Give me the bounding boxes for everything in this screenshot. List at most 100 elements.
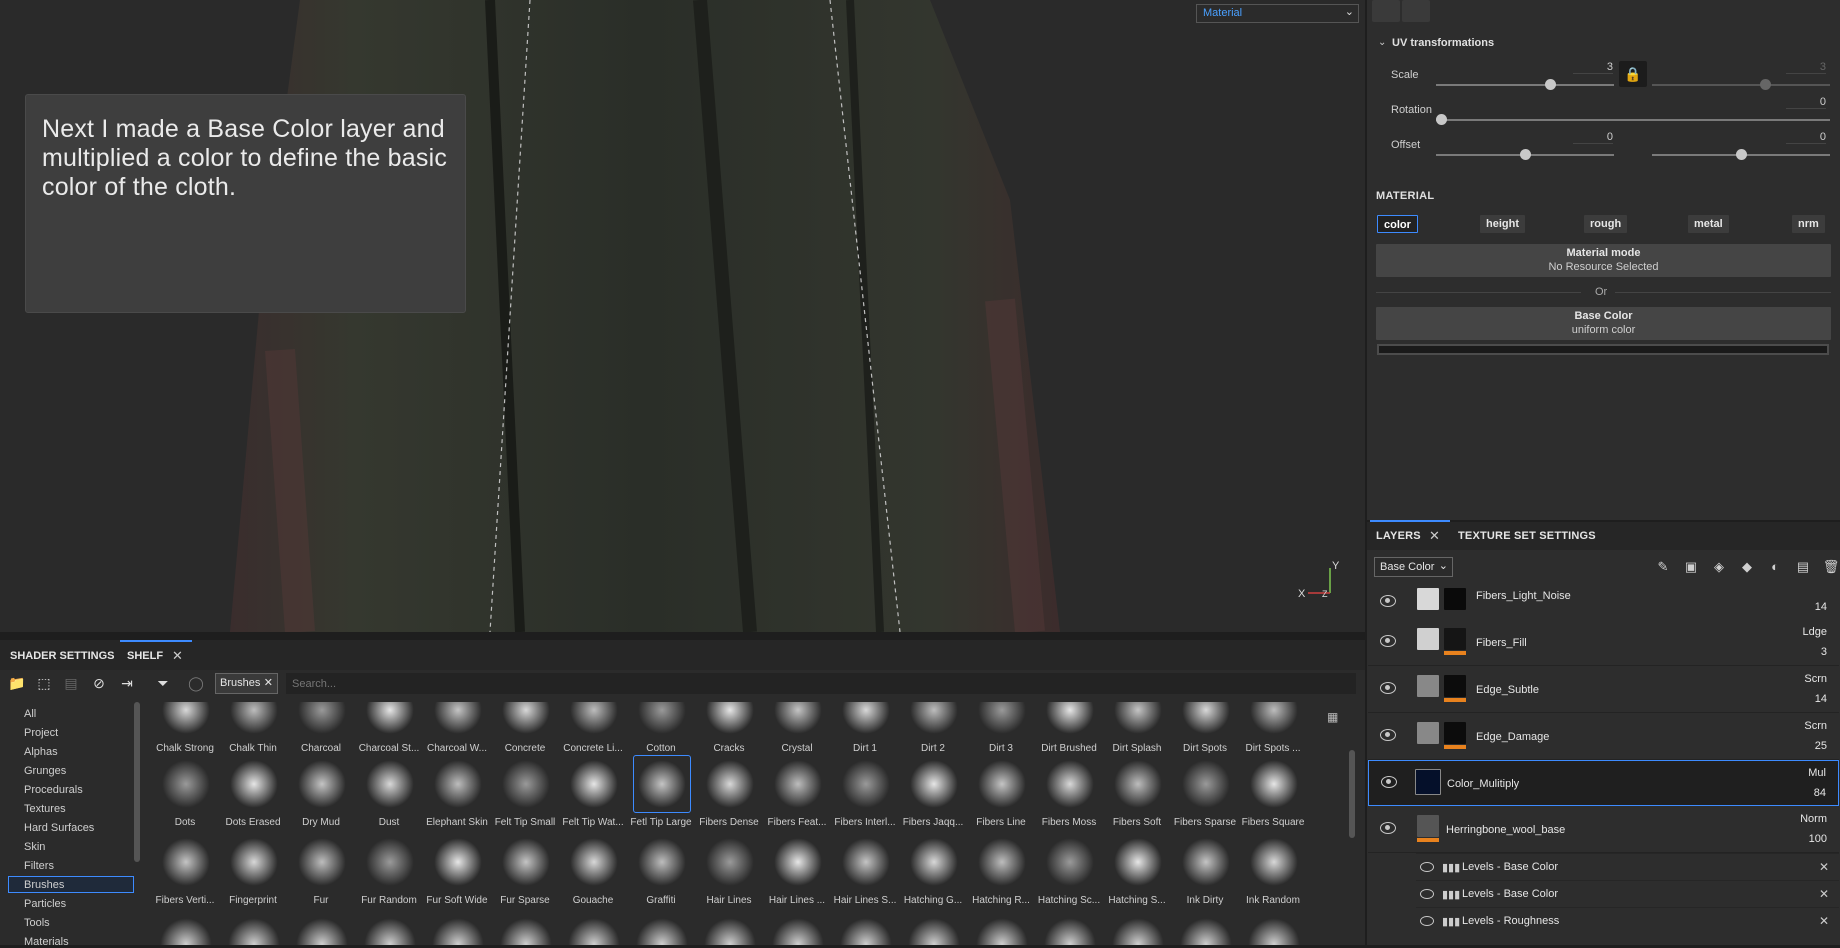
- brush-tile[interactable]: Dots: [152, 756, 218, 834]
- brush-tile[interactable]: Fibers Dense: [696, 756, 762, 834]
- channel-color-button[interactable]: color: [1377, 215, 1418, 233]
- close-icon[interactable]: ✕: [1819, 860, 1829, 874]
- brush-tile[interactable]: Dirt Spots ...: [1240, 702, 1306, 760]
- category-textures[interactable]: Textures: [24, 803, 66, 815]
- brush-tile[interactable]: Hair Lines S...: [832, 834, 898, 912]
- brush-tile[interactable]: Fibers Sparse: [1172, 756, 1238, 834]
- brush-preview[interactable]: [1042, 912, 1098, 945]
- brush-tile[interactable]: Charcoal W...: [424, 702, 490, 760]
- brush-tile[interactable]: Dirt 2: [900, 702, 966, 760]
- brush-tile[interactable]: Hair Lines ...: [764, 834, 830, 912]
- magic-wand-icon[interactable]: ✎: [1654, 559, 1672, 575]
- base-color-picker[interactable]: Base Color uniform color: [1376, 307, 1831, 340]
- brush-tile[interactable]: Hair Lines: [696, 834, 762, 912]
- layer-blend-mode[interactable]: Norm: [1800, 813, 1827, 825]
- add-mask-icon[interactable]: ▣: [1682, 559, 1700, 575]
- category-filters[interactable]: Filters: [24, 860, 54, 872]
- category-alphas[interactable]: Alphas: [24, 746, 58, 758]
- brush-tile[interactable]: Cotton: [628, 702, 694, 760]
- scale-slider-2[interactable]: [1652, 84, 1830, 86]
- material-mode-picker[interactable]: Material mode No Resource Selected: [1376, 244, 1831, 277]
- close-icon[interactable]: ✕: [264, 676, 273, 689]
- brush-tile[interactable]: Dirt 1: [832, 702, 898, 760]
- brush-tile[interactable]: Dirt Brushed: [1036, 702, 1102, 760]
- layer-opacity[interactable]: 100: [1809, 833, 1827, 845]
- brush-tile[interactable]: Dots Erased: [220, 756, 286, 834]
- filter-icon[interactable]: ⏷: [154, 675, 172, 693]
- layer-channel-select[interactable]: Base Color ⌄: [1374, 557, 1453, 577]
- save-icon[interactable]: ▤: [62, 675, 80, 693]
- layer-row[interactable]: Fibers_Fill Ldge 3: [1368, 620, 1839, 666]
- lock-icon[interactable]: 🔒: [1619, 61, 1647, 87]
- category-particles[interactable]: Particles: [24, 898, 66, 910]
- trash-icon[interactable]: 🗑: [1822, 559, 1840, 575]
- eye-icon[interactable]: [1380, 635, 1396, 647]
- new-resource-icon[interactable]: ⬚: [35, 675, 53, 693]
- brush-tile[interactable]: Ink Random: [1240, 834, 1306, 912]
- layer-row-selected[interactable]: Color_Mulitiply Mul 84: [1368, 760, 1839, 806]
- brush-tile[interactable]: Fibers Square: [1240, 756, 1306, 834]
- add-layer-icon[interactable]: ◈: [1710, 559, 1728, 575]
- close-icon[interactable]: ✕: [172, 648, 183, 664]
- chevron-down-icon[interactable]: ⌄: [1378, 37, 1386, 48]
- import-icon[interactable]: ⇥: [118, 675, 136, 693]
- eye-icon[interactable]: [1420, 862, 1434, 872]
- layer-opacity[interactable]: 84: [1814, 787, 1826, 799]
- tab-texture-set-settings[interactable]: TEXTURE SET SETTINGS: [1458, 530, 1596, 542]
- brush-tile[interactable]: Concrete Li...: [560, 702, 626, 760]
- rotation-value-field[interactable]: 0: [1786, 96, 1826, 109]
- brush-tile[interactable]: Fetl Tip Large: [628, 755, 694, 834]
- eye-icon[interactable]: [1380, 822, 1396, 834]
- effect-row[interactable]: ▮▮▮ Levels - Roughness ✕: [1416, 907, 1839, 934]
- layer-blend-mode[interactable]: Mul: [1808, 767, 1826, 779]
- eye-icon[interactable]: [1381, 776, 1397, 788]
- add-effect-icon[interactable]: ◐: [1766, 559, 1784, 575]
- brush-preview[interactable]: [702, 912, 758, 945]
- brush-tile[interactable]: Fibers Interl...: [832, 756, 898, 834]
- rotation-slider[interactable]: [1436, 119, 1830, 121]
- category-project[interactable]: Project: [24, 727, 58, 739]
- brush-preview[interactable]: [838, 912, 894, 945]
- brush-tile[interactable]: Felt Tip Small: [492, 756, 558, 834]
- eye-icon[interactable]: [1380, 595, 1396, 607]
- brush-tile[interactable]: Fibers Feat...: [764, 756, 830, 834]
- brush-tile[interactable]: Hatching Sc...: [1036, 834, 1102, 912]
- brush-tile[interactable]: Felt Tip Wat...: [560, 756, 626, 834]
- brush-preview[interactable]: [566, 912, 622, 945]
- brush-tile[interactable]: Concrete: [492, 702, 558, 760]
- scale-slider-2-handle[interactable]: [1760, 79, 1771, 90]
- add-folder-icon[interactable]: ▤: [1794, 559, 1812, 575]
- brush-tile[interactable]: Fur: [288, 834, 354, 912]
- brush-tile[interactable]: Cracks: [696, 702, 762, 760]
- layer-blend-mode[interactable]: Scrn: [1804, 720, 1827, 732]
- layer-row[interactable]: Edge_Damage Scrn 25: [1368, 714, 1839, 760]
- brush-preview[interactable]: [430, 912, 486, 945]
- brush-tile[interactable]: Fibers Soft: [1104, 756, 1170, 834]
- channel-height-button[interactable]: height: [1480, 215, 1525, 233]
- scale-slider-handle[interactable]: [1545, 79, 1556, 90]
- category-tools[interactable]: Tools: [24, 917, 50, 929]
- brush-preview[interactable]: [158, 912, 214, 945]
- brush-preview[interactable]: [1110, 912, 1166, 945]
- tab-layers[interactable]: LAYERS: [1376, 530, 1421, 542]
- hide-icon[interactable]: ⊘: [90, 675, 108, 693]
- refresh-icon[interactable]: ◯: [187, 675, 205, 693]
- category-procedurals[interactable]: Procedurals: [24, 784, 83, 796]
- eye-icon[interactable]: [1420, 916, 1434, 926]
- layer-blend-mode[interactable]: Ldge: [1803, 626, 1827, 638]
- offset-x-slider-handle[interactable]: [1520, 149, 1531, 160]
- viewport-mode-select[interactable]: Material ⌄: [1196, 4, 1359, 23]
- brush-preview[interactable]: [498, 912, 554, 945]
- brush-tile[interactable]: Fur Sparse: [492, 834, 558, 912]
- grid-scrollbar[interactable]: [1349, 750, 1355, 838]
- search-input[interactable]: [286, 673, 1356, 694]
- close-icon[interactable]: ✕: [1819, 887, 1829, 901]
- color-swatch[interactable]: [1377, 344, 1829, 355]
- display-settings-icon[interactable]: [1372, 0, 1400, 22]
- brushes-filter-tag[interactable]: Brushes ✕: [215, 673, 278, 694]
- brush-tile[interactable]: Dust: [356, 756, 422, 834]
- brush-tile[interactable]: Chalk Thin: [220, 702, 286, 760]
- category-brushes[interactable]: Brushes: [24, 879, 64, 891]
- close-icon[interactable]: ✕: [1819, 914, 1829, 928]
- category-scrollbar[interactable]: [134, 702, 140, 862]
